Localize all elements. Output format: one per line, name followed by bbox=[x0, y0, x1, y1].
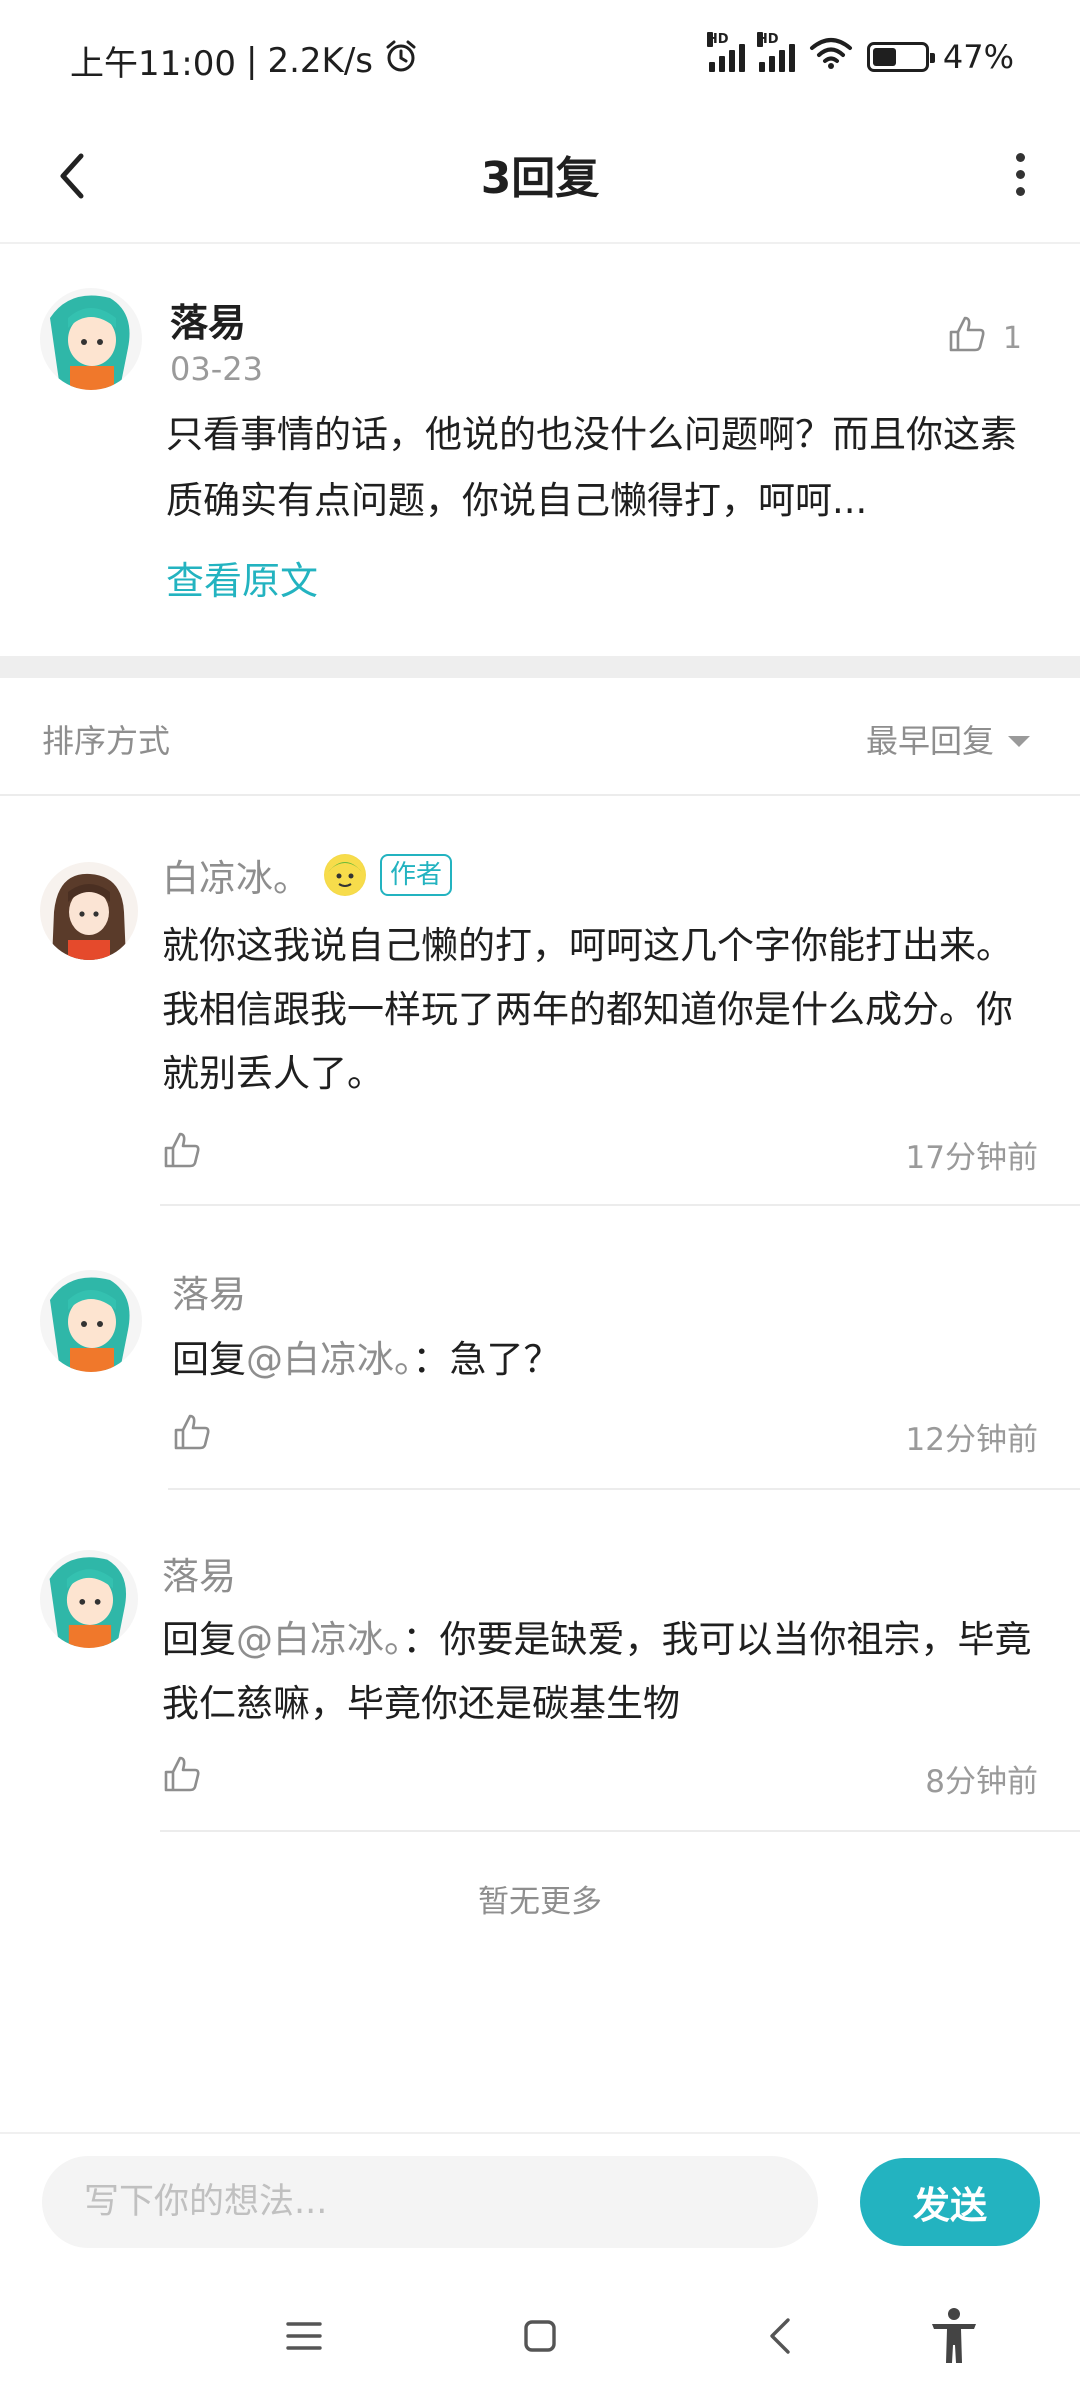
section-divider bbox=[0, 656, 1080, 678]
alarm-icon bbox=[383, 38, 419, 83]
post-like-button[interactable]: 1 bbox=[947, 314, 1022, 362]
avatar[interactable] bbox=[40, 288, 142, 390]
status-bar: 上午11:00 | 2.2K/s HD HD 47% bbox=[0, 0, 1080, 118]
sort-dropdown[interactable]: 最早回复 bbox=[866, 716, 1030, 762]
thumbs-up-icon[interactable] bbox=[162, 1130, 206, 1174]
original-comment: 落易 03-23 1 只看事情的话，他说的也没什么问题啊？而且你这素质确实有点问… bbox=[0, 244, 1080, 656]
post-text: 只看事情的话，他说的也没什么问题啊？而且你这素质确实有点问题，你说自己懒得打，呵… bbox=[166, 413, 1017, 522]
battery-icon bbox=[866, 42, 935, 72]
reply-author-row: 白凉冰。 作者 bbox=[162, 848, 453, 902]
sort-label: 排序方式 bbox=[42, 722, 171, 760]
top-bar: 3回复 bbox=[0, 118, 1080, 244]
accessibility-icon[interactable] bbox=[922, 2304, 986, 2368]
caret-down-icon bbox=[1008, 735, 1030, 747]
mention-link[interactable]: @白凉冰。 bbox=[246, 1338, 413, 1381]
more-vertical-icon[interactable] bbox=[990, 144, 1050, 204]
back-triangle-icon[interactable] bbox=[748, 2304, 812, 2368]
signal-hd-icon: HD bbox=[706, 32, 745, 72]
reply-item: 白凉冰。 作者 就你这我说自己懒的打，呵呵这几个字你能打出来。我相信跟我一样玩了… bbox=[0, 796, 1080, 1206]
avatar[interactable] bbox=[40, 862, 138, 960]
sort-value-label: 最早回复 bbox=[865, 722, 994, 760]
reply-prefix: 回复 bbox=[162, 1618, 236, 1661]
comment-input[interactable] bbox=[42, 2156, 818, 2248]
reply-author-name[interactable]: 落易 bbox=[172, 1264, 246, 1318]
avatar[interactable] bbox=[40, 1270, 142, 1372]
reply-text: 回复@白凉冰。：你要是缺爱，我可以当你祖宗，毕竟我仁慈嘛，毕竟你还是碳基生物 bbox=[162, 1608, 1042, 1736]
page-title: 3回复 bbox=[480, 153, 600, 204]
reply-item: 落易 回复@白凉冰。：急了？ 12分钟前 bbox=[0, 1206, 1080, 1490]
post-author-name[interactable]: 落易 bbox=[170, 292, 246, 347]
post-date: 03-23 bbox=[170, 350, 263, 388]
divider bbox=[160, 1830, 1080, 1832]
reply-author-name[interactable]: 白凉冰。 bbox=[162, 848, 310, 902]
reply-time: 12分钟前 bbox=[905, 1422, 1038, 1458]
home-square-icon[interactable] bbox=[508, 2304, 572, 2368]
reply-time: 17分钟前 bbox=[905, 1140, 1038, 1176]
system-nav-bar bbox=[0, 2270, 1080, 2400]
reply-item: 落易 回复@白凉冰。：你要是缺爱，我可以当你祖宗，毕竟我仁慈嘛，毕竟你还是碳基生… bbox=[0, 1490, 1080, 1832]
status-time: 上午11:00 bbox=[70, 44, 236, 84]
battery-percent: 47% bbox=[942, 38, 1014, 76]
status-separator: | bbox=[245, 40, 258, 81]
user-badge-icon bbox=[324, 854, 366, 896]
sort-row: 排序方式 最早回复 bbox=[0, 678, 1080, 796]
send-button[interactable]: 发送 bbox=[860, 2158, 1040, 2246]
reply-text: 就你这我说自己懒的打，呵呵这几个字你能打出来。我相信跟我一样玩了两年的都知道你是… bbox=[162, 924, 1013, 1095]
reply-author-name[interactable]: 落易 bbox=[162, 1546, 236, 1600]
thumbs-up-icon bbox=[947, 314, 987, 362]
author-badge: 作者 bbox=[380, 854, 453, 896]
network-speed: 2.2K/s bbox=[267, 40, 373, 81]
status-right: HD HD 47% bbox=[706, 32, 1014, 78]
reply-time: 8分钟前 bbox=[925, 1764, 1038, 1800]
thumbs-up-icon[interactable] bbox=[172, 1412, 216, 1456]
no-more-label: 暂无更多 bbox=[478, 1884, 602, 1920]
status-left: 上午11:00 | 2.2K/s bbox=[70, 36, 419, 85]
wifi-icon bbox=[809, 36, 853, 78]
reply-body: ：急了？ bbox=[412, 1338, 561, 1381]
avatar[interactable] bbox=[40, 1550, 138, 1648]
comment-bar: 发送 bbox=[0, 2132, 1080, 2270]
signal-hd-icon: HD bbox=[756, 32, 795, 72]
reply-prefix: 回复 bbox=[172, 1338, 246, 1381]
mention-link[interactable]: @白凉冰。 bbox=[236, 1618, 403, 1661]
reply-text: 回复@白凉冰。：急了？ bbox=[172, 1328, 1052, 1392]
reply-author-row: 落易 bbox=[162, 1546, 236, 1600]
thumbs-up-icon[interactable] bbox=[162, 1754, 206, 1798]
post-like-count: 1 bbox=[1002, 320, 1022, 356]
reply-author-row: 落易 bbox=[172, 1264, 246, 1318]
menu-icon[interactable] bbox=[272, 2304, 336, 2368]
view-original-link[interactable]: 查看原文 bbox=[166, 550, 318, 605]
